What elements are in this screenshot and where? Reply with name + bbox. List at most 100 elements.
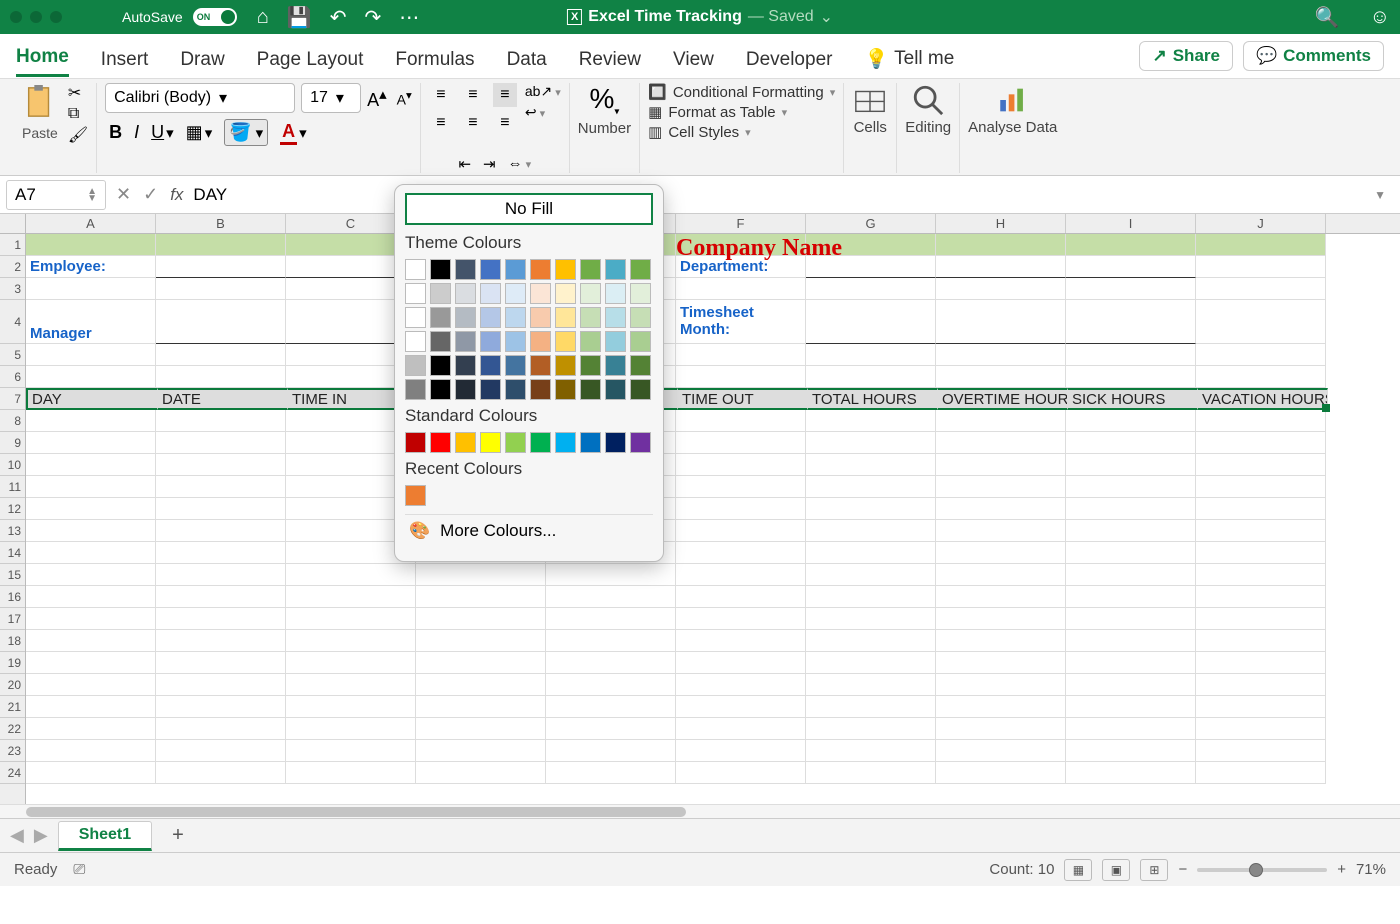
document-title[interactable]: X Excel Time Tracking — Saved ⌄: [567, 7, 833, 27]
color-swatch[interactable]: [530, 432, 551, 453]
color-swatch[interactable]: [555, 307, 576, 328]
row-header[interactable]: 20: [0, 674, 25, 696]
cell[interactable]: [546, 696, 676, 718]
bold-button[interactable]: B: [109, 122, 122, 143]
color-swatch[interactable]: [480, 331, 501, 352]
cell[interactable]: [286, 652, 416, 674]
color-swatch[interactable]: [630, 283, 651, 304]
cell[interactable]: [936, 586, 1066, 608]
row-header[interactable]: 11: [0, 476, 25, 498]
cell[interactable]: [806, 454, 936, 476]
cell[interactable]: [546, 674, 676, 696]
row-header[interactable]: 10: [0, 454, 25, 476]
selection-handle[interactable]: [1322, 404, 1330, 412]
cell[interactable]: [1196, 300, 1326, 344]
color-swatch[interactable]: [480, 307, 501, 328]
cell[interactable]: [676, 586, 806, 608]
color-swatch[interactable]: [405, 259, 426, 280]
home-icon[interactable]: ⌂: [257, 6, 269, 29]
autosave[interactable]: AutoSave ON: [122, 8, 237, 26]
row-header[interactable]: 9: [0, 432, 25, 454]
color-swatch[interactable]: [455, 355, 476, 376]
color-swatch[interactable]: [605, 432, 626, 453]
tab-home[interactable]: Home: [16, 46, 69, 77]
col-header[interactable]: H: [936, 214, 1066, 233]
cell[interactable]: [1196, 256, 1326, 278]
cell[interactable]: [546, 608, 676, 630]
cell[interactable]: [156, 586, 286, 608]
row-header[interactable]: 3: [0, 278, 25, 300]
more-icon[interactable]: ⋯: [399, 5, 419, 30]
align-center-icon[interactable]: ≡: [461, 111, 485, 135]
cell[interactable]: [676, 278, 806, 300]
cell[interactable]: [26, 652, 156, 674]
align-middle-icon[interactable]: ≡: [461, 83, 485, 107]
next-sheet-icon[interactable]: ▶: [34, 825, 48, 846]
color-swatch[interactable]: [405, 355, 426, 376]
color-swatch[interactable]: [505, 283, 526, 304]
row-header[interactable]: 17: [0, 608, 25, 630]
cell[interactable]: TOTAL HOURS: [808, 388, 938, 410]
cell[interactable]: [806, 278, 936, 300]
conditional-formatting-button[interactable]: 🔲Conditional Formatting: [648, 83, 835, 101]
orientation-button[interactable]: ab↗: [525, 83, 561, 100]
cell[interactable]: [676, 674, 806, 696]
cell[interactable]: Employee:: [26, 256, 156, 278]
color-swatch[interactable]: [555, 355, 576, 376]
cell[interactable]: [156, 300, 286, 344]
cell[interactable]: [26, 432, 156, 454]
cell[interactable]: [806, 300, 936, 344]
zoom-out-icon[interactable]: −: [1178, 861, 1187, 878]
cell[interactable]: [286, 608, 416, 630]
cell[interactable]: [156, 366, 286, 388]
analyse-data-button[interactable]: Analyse Data: [968, 83, 1057, 136]
color-swatch[interactable]: [555, 432, 576, 453]
row-header[interactable]: 21: [0, 696, 25, 718]
cell[interactable]: [286, 630, 416, 652]
cell[interactable]: [416, 564, 546, 586]
color-swatch[interactable]: [480, 355, 501, 376]
color-swatch[interactable]: [605, 283, 626, 304]
cell[interactable]: [806, 498, 936, 520]
cell[interactable]: [156, 718, 286, 740]
cell[interactable]: [1196, 674, 1326, 696]
row-header[interactable]: 24: [0, 762, 25, 784]
cell[interactable]: [1196, 564, 1326, 586]
color-swatch[interactable]: [430, 355, 451, 376]
color-swatch[interactable]: [530, 379, 551, 400]
page-break-view-icon[interactable]: ⊞: [1140, 859, 1168, 881]
copy-icon[interactable]: ⧉: [68, 105, 88, 123]
row-header[interactable]: 8: [0, 410, 25, 432]
cell[interactable]: [936, 366, 1066, 388]
align-bottom-icon[interactable]: ≡: [493, 83, 517, 107]
cancel-icon[interactable]: ✕: [116, 184, 131, 205]
cell[interactable]: [1066, 498, 1196, 520]
cell[interactable]: [286, 564, 416, 586]
add-sheet-button[interactable]: +: [162, 824, 194, 847]
cell[interactable]: [676, 476, 806, 498]
cell[interactable]: [416, 630, 546, 652]
cells-button[interactable]: Cells: [852, 83, 888, 136]
tab-review[interactable]: Review: [579, 49, 641, 77]
cut-icon[interactable]: ✂: [68, 83, 88, 103]
cell[interactable]: [936, 718, 1066, 740]
tab-insert[interactable]: Insert: [101, 49, 149, 77]
color-swatch[interactable]: [605, 307, 626, 328]
color-swatch[interactable]: [630, 355, 651, 376]
cell[interactable]: [26, 608, 156, 630]
color-swatch[interactable]: [555, 331, 576, 352]
cell[interactable]: [156, 278, 286, 300]
color-swatch[interactable]: [530, 283, 551, 304]
cell[interactable]: [1066, 432, 1196, 454]
cell[interactable]: [676, 344, 806, 366]
align-left-icon[interactable]: ≡: [429, 111, 453, 135]
color-swatch[interactable]: [480, 379, 501, 400]
row-header[interactable]: 18: [0, 630, 25, 652]
cell[interactable]: [26, 674, 156, 696]
row-header[interactable]: 23: [0, 740, 25, 762]
cell[interactable]: OVERTIME HOURS: [938, 388, 1068, 410]
cell[interactable]: [936, 762, 1066, 784]
color-swatch[interactable]: [455, 432, 476, 453]
cell[interactable]: [936, 674, 1066, 696]
tell-me[interactable]: 💡Tell me: [864, 47, 954, 77]
